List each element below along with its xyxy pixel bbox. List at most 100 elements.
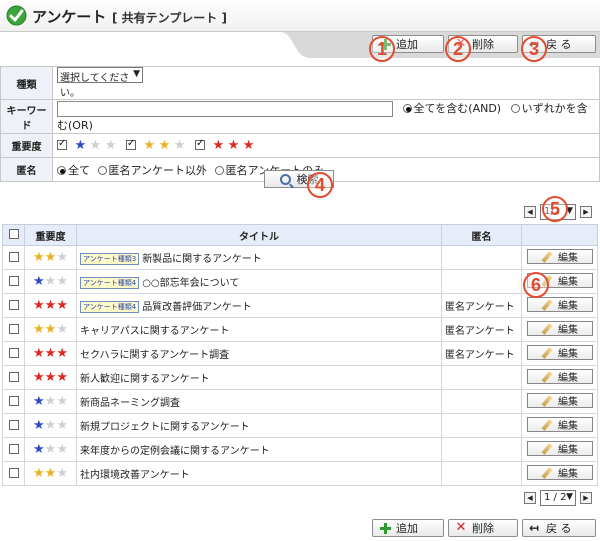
edit-button[interactable]: 編集 — [526, 369, 593, 385]
back-button-label: 戻 る — [546, 522, 572, 535]
row-anonymous — [441, 245, 522, 270]
row-checkbox[interactable] — [8, 467, 19, 478]
row-checkbox[interactable] — [8, 275, 19, 286]
edit-button[interactable]: 編集 — [526, 393, 593, 409]
page-title: アンケート — [32, 8, 107, 26]
row-title-cell: 新商品ネーミング調査 — [76, 389, 442, 414]
edit-button-label: 編集 — [558, 469, 578, 481]
row-checkbox[interactable] — [8, 323, 19, 334]
match-all-radio[interactable] — [402, 104, 412, 113]
star-icon: ★ — [56, 346, 68, 361]
row-importance-stars: ★★★ — [24, 245, 77, 270]
importance-2-stars: ★ ★ ★ — [143, 139, 188, 152]
edit-button[interactable]: 編集 — [526, 345, 593, 361]
star-icon: ★ — [44, 418, 57, 433]
page-select-bottom-value: 1 / 2 — [544, 492, 567, 503]
row-checkbox[interactable] — [8, 395, 19, 406]
row-anonymous — [441, 269, 522, 294]
anon-all-radio[interactable] — [57, 165, 66, 175]
prev-page-icon[interactable]: ◀ — [524, 206, 536, 218]
anon-only-radio[interactable] — [214, 165, 224, 175]
row-title[interactable]: 品質改善評価アンケート — [142, 302, 252, 313]
edit-button[interactable]: 編集 — [526, 441, 593, 457]
page-select-bottom[interactable]: 1 / 2 ▼ — [540, 490, 576, 506]
match-all-option[interactable]: 全てを含む(AND) — [402, 102, 505, 115]
row-title-cell: 新規プロジェクトに関するアンケート — [76, 413, 442, 438]
survey-table: 重要度 タイトル 匿名 ★★★ アンケート種類3 新製品に関するアンケート 編集 ★★★… — [2, 224, 598, 486]
row-title[interactable]: セクハラに関するアンケート調査 — [80, 350, 229, 361]
check-icon — [6, 5, 27, 26]
star-icon: ★ — [212, 138, 225, 153]
pencil-icon — [541, 347, 553, 359]
importance-2-checkbox[interactable] — [125, 138, 136, 150]
row-title[interactable]: 新人歓迎に関するアンケート — [80, 374, 210, 385]
edit-button[interactable]: 編集 — [526, 465, 593, 481]
select-all-checkbox[interactable] — [8, 229, 19, 239]
edit-button[interactable]: 編集 — [526, 321, 593, 337]
edit-button[interactable]: 編集 — [526, 297, 593, 313]
row-checkbox[interactable] — [8, 299, 19, 310]
add-button-bottom[interactable]: 追加 — [372, 519, 444, 537]
pencil-icon — [541, 371, 553, 383]
edit-button-label: 編集 — [558, 445, 578, 457]
star-icon: ★ — [56, 298, 68, 313]
next-page-icon[interactable]: ▶ — [580, 206, 592, 218]
row-checkbox[interactable] — [8, 443, 19, 454]
edit-button-label: 編集 — [558, 397, 578, 409]
anon-except-radio[interactable] — [97, 165, 107, 175]
row-title[interactable]: 新商品ネーミング調査 — [80, 398, 180, 409]
pencil-icon — [541, 251, 553, 263]
add-button-label: 追加 — [396, 38, 418, 51]
delete-button-bottom[interactable]: ✕ 削除 — [448, 519, 518, 537]
chevron-down-icon: ▼ — [133, 69, 140, 79]
back-button-bottom[interactable]: ↤ 戻 る — [522, 519, 596, 537]
col-edit — [521, 224, 598, 246]
row-title-cell: キャリアパスに関するアンケート — [76, 317, 442, 342]
row-anonymous: 匿名アンケート — [441, 293, 522, 318]
table-row: ★★★ 新人歓迎に関するアンケート 編集 — [2, 365, 598, 390]
keyword-input[interactable] — [57, 101, 393, 117]
row-checkbox[interactable] — [8, 419, 19, 430]
importance-1-checkbox[interactable] — [57, 138, 67, 150]
star-icon: ★ — [56, 466, 68, 481]
edit-button[interactable]: 編集 — [526, 417, 593, 433]
marker-5: 5 — [542, 196, 568, 222]
row-checkbox[interactable] — [8, 347, 19, 358]
row-title[interactable]: ○○部忘年会について — [142, 278, 239, 289]
importance-3-checkbox[interactable] — [194, 138, 205, 150]
row-anonymous — [441, 413, 522, 438]
row-title[interactable]: 新製品に関するアンケート — [142, 254, 262, 265]
table-row: ★★★ 新規プロジェクトに関するアンケート 編集 — [2, 413, 598, 438]
edit-button[interactable]: 編集 — [526, 249, 593, 265]
row-title[interactable]: キャリアパスに関するアンケート — [80, 326, 229, 337]
row-importance-stars: ★★★ — [24, 437, 77, 462]
marker-2: 2 — [445, 36, 471, 62]
table-row: ★★★ キャリアパスに関するアンケート 匿名アンケート 編集 — [2, 317, 598, 342]
keyword-label: キーワード — [0, 99, 53, 134]
row-importance-stars: ★★★ — [24, 413, 77, 438]
anon-except-option[interactable]: 匿名アンケート以外 — [97, 164, 211, 177]
row-anonymous: 匿名アンケート — [441, 317, 522, 342]
row-title[interactable]: 社内環境改善アンケート — [80, 470, 190, 481]
row-title[interactable]: 新規プロジェクトに関するアンケート — [80, 422, 250, 433]
star-icon: ★ — [44, 370, 57, 385]
row-checkbox[interactable] — [8, 371, 19, 382]
row-checkbox[interactable] — [8, 251, 19, 262]
delete-button-label: 削除 — [472, 522, 494, 535]
match-any-radio[interactable] — [510, 104, 520, 113]
edit-button-label: 編集 — [558, 325, 578, 337]
pencil-icon — [541, 443, 553, 455]
next-page-icon[interactable]: ▶ — [580, 492, 592, 504]
type-select[interactable]: 選択してください。 ▼ — [57, 67, 143, 99]
row-importance-stars: ★★★ — [24, 317, 77, 342]
anon-all-option[interactable]: 全て — [57, 164, 94, 177]
marker-4: 4 — [307, 172, 333, 198]
prev-page-icon[interactable]: ◀ — [524, 492, 536, 504]
marker-1: 1 — [369, 36, 395, 62]
row-anonymous — [441, 461, 522, 486]
pencil-icon — [541, 323, 553, 335]
star-icon: ★ — [33, 322, 45, 337]
row-importance-stars: ★★★ — [24, 389, 77, 414]
match-all-label: 全てを含む(AND) — [413, 102, 502, 115]
row-title[interactable]: 来年度からの定例会議に関するアンケート — [80, 446, 270, 457]
